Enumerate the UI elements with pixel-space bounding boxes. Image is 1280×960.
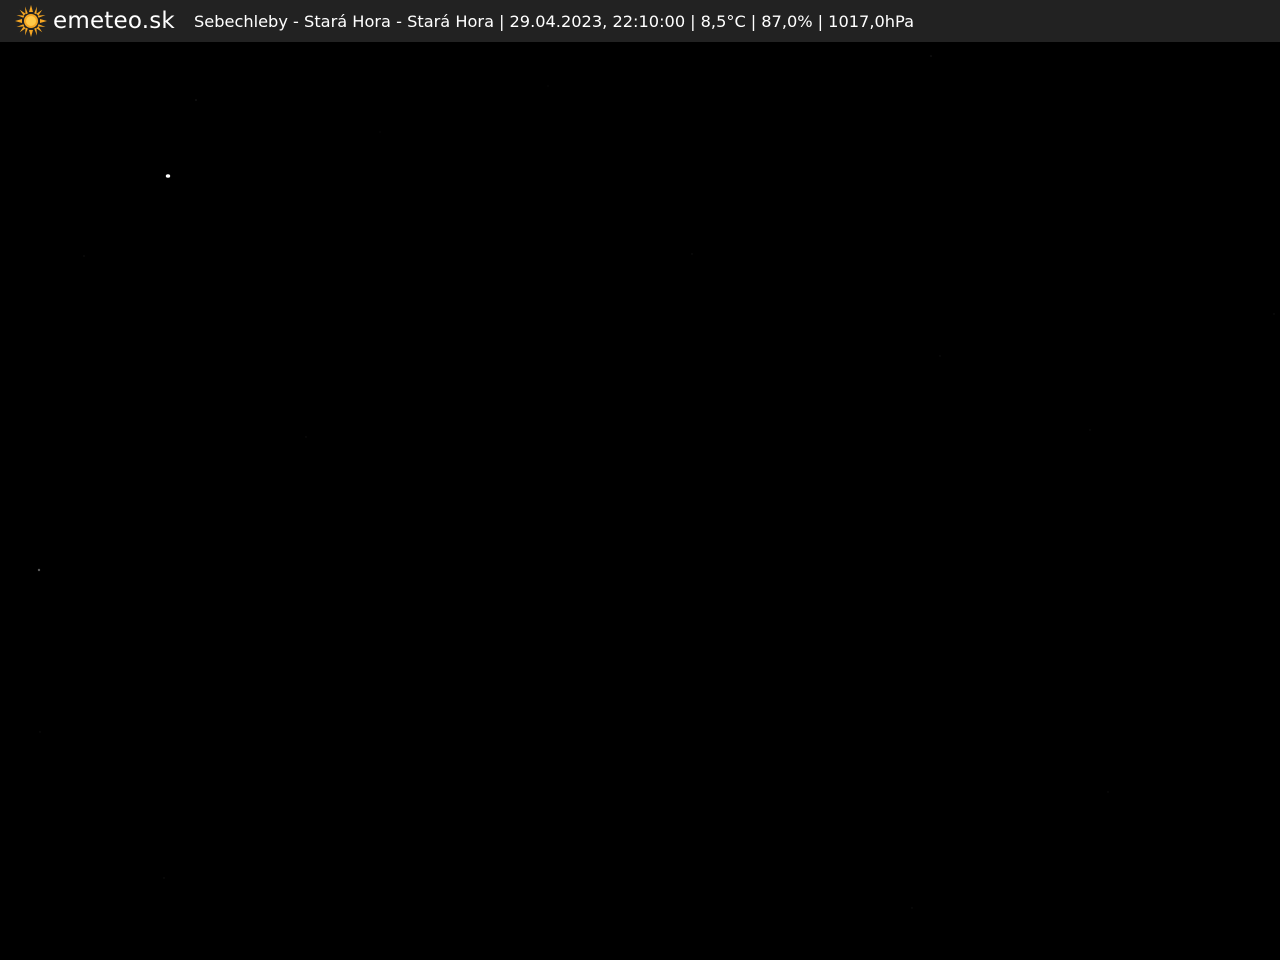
faint-star bbox=[39, 731, 41, 733]
faint-star bbox=[37, 568, 41, 572]
temperature-reading: 8,5°C bbox=[700, 11, 746, 31]
night-sky-canvas bbox=[0, 42, 1280, 960]
faint-star bbox=[547, 85, 549, 87]
faint-star bbox=[911, 907, 913, 909]
faint-star bbox=[195, 99, 197, 101]
night-sky-image bbox=[0, 42, 1280, 960]
brand-name: emeteo.sk bbox=[53, 8, 175, 34]
faint-star bbox=[1273, 313, 1275, 315]
caption-separator: | bbox=[817, 11, 824, 31]
sun-icon bbox=[15, 5, 47, 37]
webcam-frame: emeteo.sk Sebechleby - Stará Hora - Star… bbox=[0, 0, 1280, 960]
faint-star bbox=[1089, 429, 1091, 431]
caption-bar: emeteo.sk Sebechleby - Stará Hora - Star… bbox=[0, 0, 1280, 42]
faint-star bbox=[930, 55, 932, 57]
faint-star bbox=[379, 131, 381, 133]
caption-separator: | bbox=[750, 11, 757, 31]
humidity-reading: 87,0% bbox=[761, 11, 813, 31]
pressure-reading: 1017,0hPa bbox=[828, 11, 914, 31]
caption-separator: | bbox=[499, 11, 505, 31]
faint-star bbox=[691, 253, 693, 255]
faint-star bbox=[83, 255, 85, 257]
station-caption: Sebechleby - Stará Hora - Stará Hora | 2… bbox=[194, 12, 914, 31]
faint-star bbox=[1107, 791, 1109, 793]
bright-star bbox=[165, 174, 171, 178]
faint-star bbox=[939, 355, 941, 357]
capture-datetime: 29.04.2023, 22:10:00 bbox=[509, 11, 686, 31]
brand-logo: emeteo.sk bbox=[15, 0, 175, 42]
caption-separator: | bbox=[690, 11, 696, 31]
station-location: Sebechleby - Stará Hora - Stará Hora bbox=[193, 11, 494, 31]
faint-star bbox=[163, 877, 165, 879]
faint-star bbox=[305, 436, 307, 438]
